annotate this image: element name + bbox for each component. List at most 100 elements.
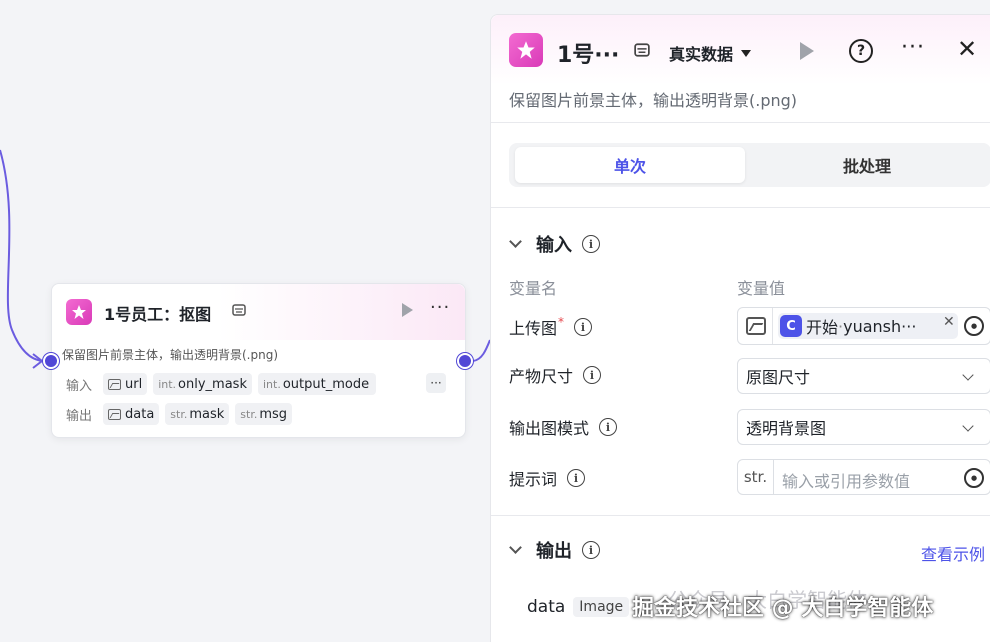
chevron-down-icon <box>509 541 522 554</box>
view-example-link[interactable]: 查看示例 <box>921 541 985 565</box>
store-icon <box>634 43 650 61</box>
type-prefix: int. <box>158 377 177 391</box>
output-name: data <box>125 406 155 422</box>
node-output-port[interactable] <box>457 353 473 369</box>
input-chip-output-mode: int. output_mode <box>257 373 376 395</box>
info-icon[interactable]: i <box>582 541 600 559</box>
chevron-down-icon <box>962 420 974 432</box>
input-name: output_mode <box>282 376 370 392</box>
type-prefix: str. <box>170 407 188 421</box>
output-chip-mask: str. mask <box>165 403 230 425</box>
input-label: 输入 <box>66 378 93 394</box>
divider <box>491 207 990 208</box>
store-icon <box>232 304 246 320</box>
field-label-size: 产物尺寸 i <box>509 363 602 387</box>
ref-variable: yuansh··· <box>843 316 917 336</box>
data-mode-dropdown[interactable]: 真实数据 <box>669 41 752 65</box>
more-inputs-button[interactable]: ··· <box>426 373 446 393</box>
field-label-text: 产物尺寸 <box>509 367 574 386</box>
input-section-toggle[interactable]: 输入 i <box>509 231 600 257</box>
chevron-down-icon <box>962 369 974 381</box>
outgoing-wire <box>472 339 491 362</box>
remove-reference-icon[interactable]: ✕ <box>943 314 955 330</box>
input-chip-url: url <box>103 373 148 395</box>
run-icon[interactable] <box>800 42 814 60</box>
output-mode-select[interactable]: 透明背景图 <box>737 409 990 445</box>
type-prefix: str. <box>240 407 258 421</box>
output-section-toggle[interactable]: 输出 i <box>509 537 600 563</box>
input-section-title: 输入 <box>536 235 572 256</box>
incoming-arrow-icon <box>32 353 44 369</box>
field-label-prompt: 提示词 i <box>509 466 586 490</box>
variable-reference-chip[interactable]: C 开始 · yuansh··· <box>778 313 958 339</box>
plugin-star-icon <box>509 33 543 67</box>
node-output-row: 输出 data str. mask str. msg <box>66 403 298 425</box>
output-label: 输出 <box>66 408 93 424</box>
output-chip-data: data <box>103 403 160 425</box>
variable-picker-icon[interactable]: ● <box>964 468 984 488</box>
variable-picker-icon[interactable]: ● <box>964 316 984 336</box>
upload-image-reference-field[interactable]: C 开始 · yuansh··· ✕ ● <box>737 307 990 345</box>
data-mode-label: 真实数据 <box>669 45 734 64</box>
help-icon[interactable]: ? <box>849 39 873 63</box>
node-input-row: 输入 url int. only_mask int. output_mode <box>66 373 382 395</box>
col-header-name: 变量名 <box>509 279 558 298</box>
ref-source: 开始 <box>806 318 839 337</box>
info-icon[interactable]: i <box>582 235 600 253</box>
panel-description: 保留图片前景主体，输出透明背景(.png) <box>509 91 798 110</box>
input-chip-only-mask: int. only_mask <box>153 373 252 395</box>
more-icon[interactable]: ··· <box>901 35 925 60</box>
info-icon[interactable]: i <box>599 418 618 436</box>
required-mark: * <box>558 315 565 329</box>
input-name: only_mask <box>178 376 247 392</box>
field-label-upload: 上传图 * i <box>509 315 593 339</box>
panel-title: 1号··· <box>557 43 620 68</box>
output-name: msg <box>259 406 288 422</box>
chevron-down-icon <box>509 235 522 248</box>
close-icon[interactable]: ✕ <box>957 35 977 63</box>
info-icon[interactable]: i <box>567 469 586 487</box>
workflow-node-card[interactable]: 1号员工：抠图 ··· 保留图片前景主体，输出透明背景(.png) 输入 url… <box>51 283 466 438</box>
info-icon[interactable]: i <box>583 366 602 384</box>
output-section-title: 输出 <box>536 541 572 562</box>
node-more-icon[interactable]: ··· <box>430 297 450 318</box>
output-name: mask <box>189 406 225 422</box>
select-value: 原图尺寸 <box>746 368 811 387</box>
type-prefix: int. <box>262 377 281 391</box>
prompt-placeholder: 输入或引用参数值 <box>782 472 911 491</box>
plugin-star-icon <box>66 299 92 325</box>
select-value: 透明背景图 <box>746 419 827 438</box>
output-chip-msg: str. msg <box>235 403 293 425</box>
node-description: 保留图片前景主体，输出透明背景(.png) <box>62 348 279 362</box>
output-type-pill: Image <box>573 597 630 617</box>
start-node-icon: C <box>780 315 802 337</box>
tab-batch[interactable]: 批处理 <box>747 147 987 183</box>
output-var-name: data <box>527 597 566 617</box>
divider <box>491 515 990 516</box>
field-label-text: 上传图 <box>509 319 558 338</box>
output-row: data Image <box>527 597 630 617</box>
info-icon[interactable]: i <box>574 318 593 336</box>
type-tag: str. <box>738 460 774 494</box>
col-header-value: 变量值 <box>737 279 786 298</box>
watermark: 掘金技术社区 @ 大白学智能体 <box>632 596 934 621</box>
run-node-icon[interactable] <box>402 303 413 317</box>
image-icon <box>108 378 121 390</box>
node-input-port[interactable] <box>43 353 59 369</box>
output-size-select[interactable]: 原图尺寸 <box>737 358 990 394</box>
divider <box>491 122 990 123</box>
input-name: url <box>125 376 143 392</box>
run-mode-tabs: 单次 批处理 <box>509 143 990 187</box>
image-icon <box>746 317 766 335</box>
tab-single[interactable]: 单次 <box>515 147 745 183</box>
prompt-input[interactable]: str. 输入或引用参数值 ● <box>737 459 990 495</box>
node-title: 1号员工：抠图 <box>104 305 212 324</box>
incoming-wire <box>0 149 44 362</box>
field-label-text: 提示词 <box>509 470 558 489</box>
field-label-text: 输出图模式 <box>509 419 590 438</box>
separator <box>772 308 773 344</box>
field-label-mode: 输出图模式 i <box>509 415 618 439</box>
image-icon <box>108 408 121 420</box>
caret-down-icon <box>741 49 752 57</box>
node-detail-panel: 1号··· 真实数据 ? ··· ✕ 保留图片前景主体，输出透明背景(.png)… <box>490 14 990 642</box>
